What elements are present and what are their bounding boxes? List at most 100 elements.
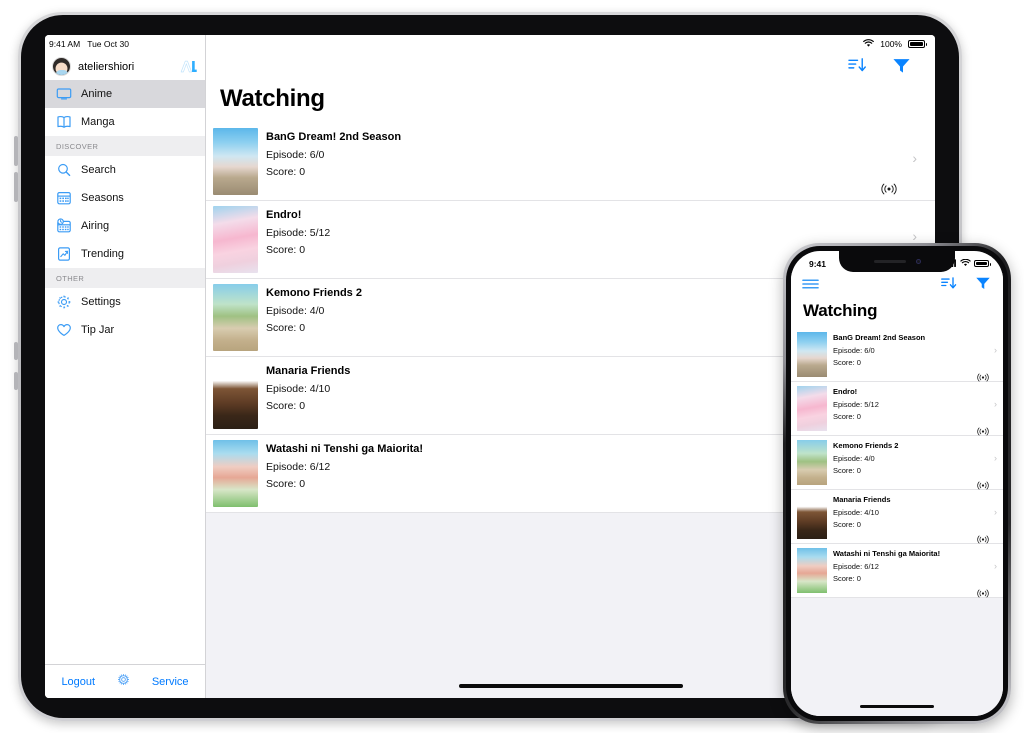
- trending-chart-icon: [56, 246, 72, 262]
- list-item-title: Watashi ni Tenshi ga Maiorita!: [833, 549, 941, 558]
- ipad-toolbar: [206, 53, 935, 83]
- ipad-volume-up-button[interactable]: [14, 136, 18, 166]
- sidebar-section-discover: DISCOVER: [45, 136, 205, 156]
- list-item[interactable]: BanG Dream! 2nd Season Episode: 6/0 Score:…: [791, 328, 1003, 382]
- sidebar-group-discover: Search Seasons Airing Trending: [45, 156, 205, 268]
- list-item-score: Score: 0: [833, 574, 861, 583]
- chevron-right-icon: ›: [994, 453, 997, 463]
- bang-dream-2nd-season-cover: [797, 332, 827, 377]
- logout-button[interactable]: Logout: [61, 676, 95, 688]
- filter-funnel-icon[interactable]: [975, 276, 991, 296]
- airing-broadcast-icon: [881, 182, 897, 195]
- heart-icon: [56, 322, 72, 338]
- chevron-right-icon: ›: [994, 507, 997, 517]
- bang-dream-2nd-season-cover: [213, 128, 258, 195]
- filter-funnel-icon[interactable]: [892, 57, 911, 80]
- ipad-smart-connector: [14, 342, 18, 360]
- ipad-status-bar: 9:41 AM Tue Oct 30: [45, 35, 205, 53]
- endro-cover: [213, 206, 258, 273]
- sidebar-group-library: Anime Manga: [45, 80, 205, 136]
- search-icon: [56, 162, 72, 178]
- ipad-smart-connector-2: [14, 372, 18, 390]
- iphone-nav-actions: [941, 276, 991, 296]
- sidebar-item-label: Trending: [81, 248, 125, 260]
- sidebar-item-manga[interactable]: Manga: [45, 108, 205, 136]
- account-row[interactable]: ateliershiori: [45, 53, 205, 80]
- sidebar-item-label: Settings: [81, 296, 121, 308]
- list-item-episode: Episode: 4/0: [833, 454, 875, 463]
- service-button[interactable]: Service: [152, 676, 189, 688]
- list-item[interactable]: Manaria Friends Episode: 4/10 Score: 0 ›: [791, 490, 1003, 544]
- sidebar-item-label: Anime: [81, 88, 113, 100]
- page-title-row: Watching: [206, 83, 935, 123]
- endro-cover: [797, 386, 827, 431]
- list-item[interactable]: Endro! Episode: 5/12 Score: 0 ›: [791, 382, 1003, 436]
- account-name: ateliershiori: [78, 60, 135, 73]
- sort-descending-icon[interactable]: [848, 57, 867, 79]
- list-item-title: Endro!: [833, 387, 858, 396]
- sidebar-bottom-toolbar: Logout Service: [45, 664, 205, 698]
- list-item-title: Manaria Friends: [833, 495, 891, 504]
- ipad-status-bar-right: 100%: [206, 35, 935, 53]
- kemono-friends-2-cover: [213, 284, 258, 351]
- list-item-episode: Episode: 4/10: [833, 508, 879, 517]
- list-item-score: Score: 0: [833, 412, 861, 421]
- chevron-right-icon: ›: [912, 228, 917, 244]
- list-item-score: Score: 0: [833, 466, 861, 475]
- tv-icon: [56, 86, 72, 102]
- list-item-meta: BanG Dream! 2nd Season Episode: 6/0 Score:…: [833, 328, 1003, 370]
- chevron-right-icon: ›: [912, 150, 917, 166]
- list-item-episode: Episode: 6/0: [833, 346, 875, 355]
- list-item[interactable]: Watashi ni Tenshi ga Maiorita! Episode: 6…: [791, 544, 1003, 598]
- wifi-icon: [960, 258, 971, 269]
- sidebar-item-search[interactable]: Search: [45, 156, 205, 184]
- airing-broadcast-icon: [977, 477, 989, 490]
- calendar-clock-icon: [56, 218, 72, 234]
- list-item-episode: Episode: 6/0: [266, 149, 325, 161]
- battery-icon: [908, 40, 927, 48]
- sidebar-item-tip-jar[interactable]: Tip Jar: [45, 316, 205, 344]
- ipad-status-date: Tue Oct 30: [87, 39, 129, 49]
- sidebar-item-airing[interactable]: Airing: [45, 212, 205, 240]
- avatar[interactable]: [52, 57, 71, 76]
- sidebar-item-seasons[interactable]: Seasons: [45, 184, 205, 212]
- sidebar-item-anime[interactable]: Anime: [45, 80, 205, 108]
- sidebar-item-label: Tip Jar: [81, 324, 115, 336]
- list-item[interactable]: Kemono Friends 2 Episode: 4/0 Score: 0 ›: [791, 436, 1003, 490]
- anilist-logo-icon: [180, 59, 197, 74]
- list-item[interactable]: BanG Dream! 2nd Season Episode: 6/0 Score:…: [206, 123, 935, 201]
- sidebar-section-other: OTHER: [45, 268, 205, 288]
- sidebar-group-other: Settings Tip Jar: [45, 288, 205, 344]
- anime-list: BanG Dream! 2nd Season Episode: 6/0 Score:…: [791, 328, 1003, 598]
- ipad-volume-down-button[interactable]: [14, 172, 18, 202]
- list-item-title: BanG Dream! 2nd Season: [266, 131, 402, 143]
- iphone-notch: [839, 251, 955, 272]
- list-item-score: Score: 0: [266, 166, 306, 178]
- iphone-page-title-row: Watching: [791, 299, 1003, 328]
- gear-flower-icon[interactable]: [116, 672, 131, 692]
- list-item-meta: BanG Dream! 2nd Season Episode: 6/0 Score:…: [266, 123, 935, 183]
- airing-broadcast-icon: [977, 585, 989, 598]
- list-item-score: Score: 0: [833, 358, 861, 367]
- sidebar-item-label: Seasons: [81, 192, 124, 204]
- list-item-meta: Manaria Friends Episode: 4/10 Score: 0: [833, 490, 1003, 532]
- sidebar-item-trending[interactable]: Trending: [45, 240, 205, 268]
- watashi-ni-tenshi-ga-maiorita-cover: [797, 548, 827, 593]
- list-item-score: Score: 0: [833, 520, 861, 529]
- list-item-title: Kemono Friends 2: [833, 441, 899, 450]
- sort-descending-icon[interactable]: [941, 276, 957, 296]
- hamburger-menu-icon[interactable]: [802, 277, 819, 296]
- page-title: Watching: [220, 85, 325, 112]
- sidebar-item-label: Manga: [81, 116, 115, 128]
- watashi-ni-tenshi-ga-maiorita-cover: [213, 440, 258, 507]
- sidebar-item-label: Airing: [81, 220, 110, 232]
- list-item-title: Endro!: [266, 209, 302, 221]
- airing-broadcast-icon: [977, 531, 989, 544]
- wifi-icon: [863, 38, 875, 50]
- iphone-nav-bar: [791, 273, 1003, 299]
- sidebar-item-settings[interactable]: Settings: [45, 288, 205, 316]
- list-item-title: BanG Dream! 2nd Season: [833, 333, 926, 342]
- chevron-right-icon: ›: [994, 345, 997, 355]
- home-indicator: [860, 704, 934, 708]
- list-item-episode: Episode: 6/12: [833, 562, 879, 571]
